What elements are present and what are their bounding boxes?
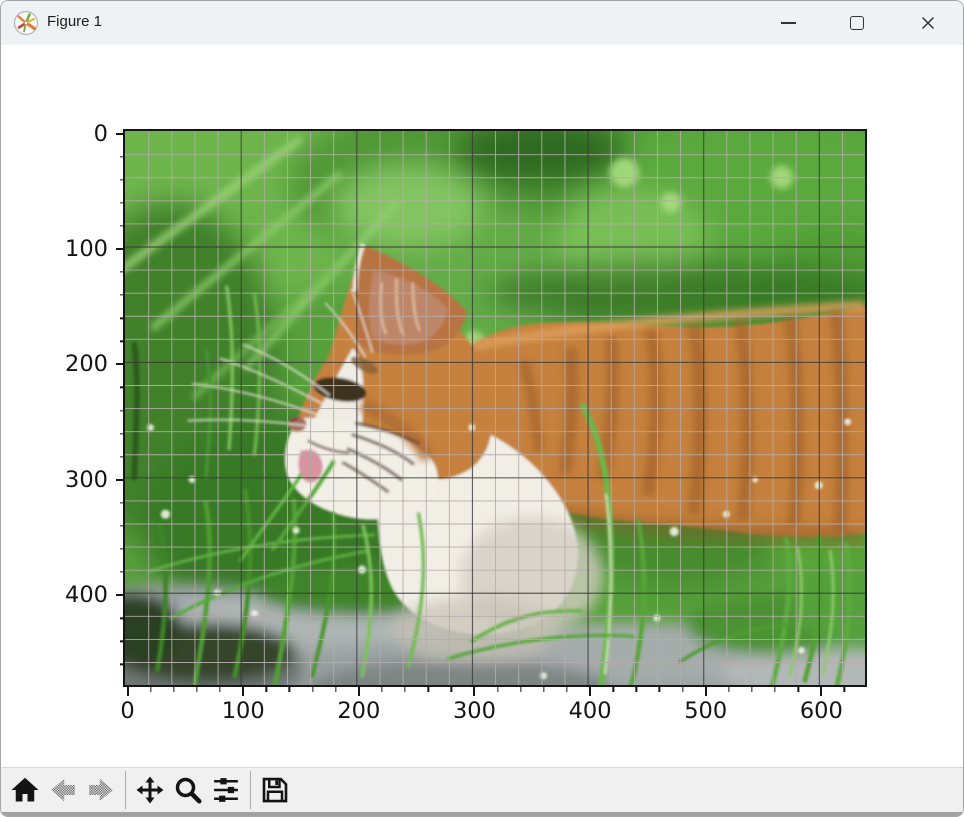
x-tick-label: 300: [453, 698, 496, 724]
x-major-tick: [242, 687, 244, 696]
window-bottom-edge: [1, 812, 963, 817]
toolbar-separator: [125, 771, 126, 809]
toolbar-separator: [250, 771, 251, 809]
x-minor-tick: [219, 687, 220, 692]
figure-window: Figure 1: [0, 0, 964, 817]
x-major-tick: [820, 687, 822, 696]
y-minor-tick: [120, 318, 125, 319]
x-minor-tick: [774, 687, 775, 692]
x-minor-tick: [844, 687, 845, 692]
x-major-tick: [473, 687, 475, 696]
x-major-tick: [705, 687, 707, 696]
x-tick-label: 200: [337, 698, 380, 724]
x-major-tick: [358, 687, 360, 696]
x-minor-tick: [150, 687, 151, 692]
forward-arrow-icon: [86, 775, 116, 805]
y-major-tick: [116, 594, 125, 596]
y-major-tick: [116, 133, 125, 135]
plot-axes[interactable]: 01002003004005006000100200300400: [123, 129, 867, 687]
x-minor-tick: [428, 687, 429, 692]
x-minor-tick: [381, 687, 382, 692]
y-minor-tick: [120, 618, 125, 619]
y-tick-label: 300: [3, 467, 108, 493]
x-minor-tick: [636, 687, 637, 692]
x-minor-tick: [613, 687, 614, 692]
x-minor-tick: [266, 687, 267, 692]
y-minor-tick: [120, 225, 125, 226]
x-tick-label: 600: [800, 698, 843, 724]
y-minor-tick: [120, 456, 125, 457]
y-minor-tick: [120, 387, 125, 388]
x-minor-tick: [289, 687, 290, 692]
x-tick-label: 0: [120, 698, 134, 724]
forward-button: [82, 771, 120, 809]
x-minor-tick: [520, 687, 521, 692]
x-minor-tick: [451, 687, 452, 692]
minimize-button[interactable]: [766, 4, 810, 42]
y-minor-tick: [120, 572, 125, 573]
y-major-tick: [116, 363, 125, 365]
x-minor-tick: [682, 687, 683, 692]
home-button[interactable]: [6, 771, 44, 809]
minimize-icon: [781, 22, 796, 24]
x-minor-tick: [751, 687, 752, 692]
x-minor-tick: [312, 687, 313, 692]
maximize-button[interactable]: [835, 4, 879, 42]
x-minor-tick: [566, 687, 567, 692]
x-minor-tick: [543, 687, 544, 692]
y-minor-tick: [120, 433, 125, 434]
x-minor-tick: [798, 687, 799, 692]
x-tick-label: 500: [684, 698, 727, 724]
zoom-magnifier-icon: [173, 775, 203, 805]
x-minor-tick: [659, 687, 660, 692]
x-minor-tick: [196, 687, 197, 692]
y-minor-tick: [120, 502, 125, 503]
y-minor-tick: [120, 341, 125, 342]
pan-icon: [135, 775, 165, 805]
y-tick-label: 0: [3, 121, 108, 147]
y-minor-tick: [120, 641, 125, 642]
sliders-icon: [211, 775, 241, 805]
x-minor-tick: [497, 687, 498, 692]
home-icon: [10, 775, 40, 805]
close-button[interactable]: [906, 4, 950, 42]
y-minor-tick: [120, 410, 125, 411]
save-button[interactable]: [256, 771, 294, 809]
back-arrow-icon: [48, 775, 78, 805]
y-minor-tick: [120, 664, 125, 665]
navigation-toolbar: [1, 767, 963, 812]
y-minor-tick: [120, 271, 125, 272]
figure-canvas[interactable]: 0 100 200 300 400 500 600 0 100 200 300 400: [1, 45, 963, 767]
y-major-tick: [116, 248, 125, 250]
y-minor-tick: [120, 179, 125, 180]
window-title: Figure 1: [47, 13, 102, 30]
x-minor-tick: [173, 687, 174, 692]
y-tick-label: 200: [3, 351, 108, 377]
y-tick-label: 100: [3, 236, 108, 262]
y-minor-tick: [120, 202, 125, 203]
x-tick-label: 400: [569, 698, 612, 724]
zoom-button[interactable]: [169, 771, 207, 809]
matplotlib-logo-icon: [13, 10, 39, 36]
cat-photo-image: [125, 131, 865, 685]
y-minor-tick: [120, 525, 125, 526]
y-minor-tick: [120, 548, 125, 549]
maximize-icon: [850, 16, 864, 30]
y-minor-tick: [120, 156, 125, 157]
configure-subplots-button[interactable]: [207, 771, 245, 809]
save-floppy-icon: [260, 775, 290, 805]
x-minor-tick: [404, 687, 405, 692]
x-major-tick: [589, 687, 591, 696]
title-bar[interactable]: Figure 1: [1, 1, 963, 45]
back-button: [44, 771, 82, 809]
pan-button[interactable]: [131, 771, 169, 809]
x-tick-label: 100: [222, 698, 265, 724]
y-major-tick: [116, 479, 125, 481]
x-minor-tick: [335, 687, 336, 692]
y-minor-tick: [120, 295, 125, 296]
x-minor-tick: [728, 687, 729, 692]
x-major-tick: [127, 687, 129, 696]
y-tick-label: 400: [3, 582, 108, 608]
close-icon: [920, 15, 936, 31]
